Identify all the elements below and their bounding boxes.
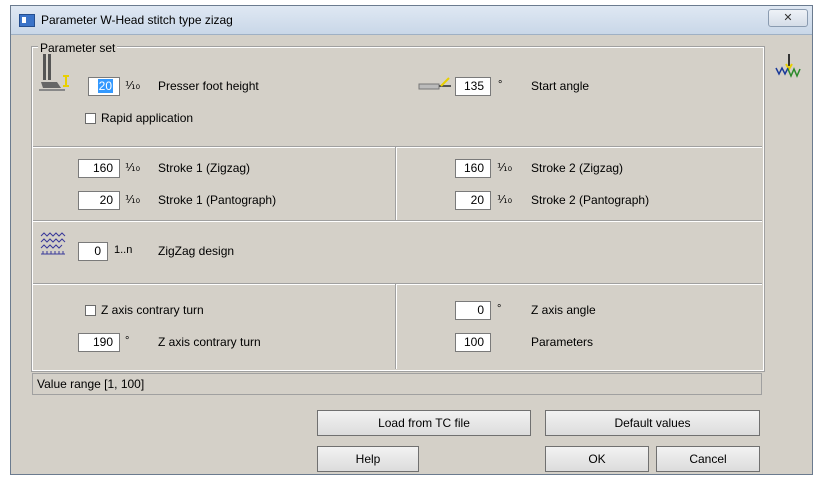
separator bbox=[33, 146, 762, 148]
separator bbox=[33, 283, 762, 285]
separator bbox=[33, 220, 762, 222]
stroke2-pantograph-unit: ⅒ bbox=[497, 194, 513, 206]
default-values-button[interactable]: Default values bbox=[545, 410, 760, 436]
stroke1-zigzag-unit: ⅒ bbox=[125, 162, 141, 174]
rapid-application-label: Rapid application bbox=[101, 111, 194, 125]
zigzag-design-label: ZigZag design bbox=[158, 244, 235, 258]
z-axis-contrary-turn-input[interactable]: 190 bbox=[78, 333, 120, 352]
close-button[interactable]: ✕ bbox=[768, 9, 808, 27]
status-bar: Value range [1, 100] bbox=[32, 373, 762, 395]
ok-button[interactable]: OK bbox=[545, 446, 649, 472]
separator bbox=[395, 284, 397, 369]
stroke1-zigzag-input[interactable]: 160 bbox=[78, 159, 120, 178]
app-icon bbox=[19, 14, 35, 27]
separator bbox=[395, 147, 397, 220]
z-axis-angle-input[interactable]: 0 bbox=[455, 301, 491, 320]
cancel-button[interactable]: Cancel bbox=[656, 446, 760, 472]
parameter-set-group bbox=[31, 46, 765, 372]
start-angle-unit: ° bbox=[498, 79, 503, 91]
dialog-window: Parameter W-Head stitch type zizag ✕ Par… bbox=[10, 5, 813, 475]
stroke1-zigzag-label: Stroke 1 (Zigzag) bbox=[158, 161, 251, 175]
zigzag-pattern-icon bbox=[40, 232, 66, 255]
stroke2-pantograph-label: Stroke 2 (Pantograph) bbox=[531, 193, 650, 207]
z-axis-contrary-turn-check-label: Z axis contrary turn bbox=[101, 303, 204, 317]
zigzag-design-input[interactable]: 0 bbox=[78, 242, 108, 261]
presser-foot-label: Presser foot height bbox=[158, 79, 259, 93]
title-bar: Parameter W-Head stitch type zizag ✕ bbox=[11, 6, 812, 35]
stroke2-zigzag-label: Stroke 2 (Zigzag) bbox=[531, 161, 624, 175]
parameters-label: Parameters bbox=[531, 335, 594, 349]
window-title: Parameter W-Head stitch type zizag bbox=[41, 13, 233, 27]
stroke1-pantograph-label: Stroke 1 (Pantograph) bbox=[158, 193, 277, 207]
w-head-icon bbox=[775, 54, 801, 78]
z-axis-contrary-turn-unit: ° bbox=[125, 335, 130, 347]
z-axis-angle-label: Z axis angle bbox=[531, 303, 596, 317]
stroke1-pantograph-unit: ⅒ bbox=[125, 194, 141, 206]
start-angle-label: Start angle bbox=[531, 79, 590, 93]
presser-foot-unit: ⅒ bbox=[125, 80, 141, 92]
presser-foot-icon bbox=[39, 54, 69, 91]
rapid-application-checkbox[interactable] bbox=[85, 113, 96, 124]
stroke2-zigzag-unit: ⅒ bbox=[497, 162, 513, 174]
z-axis-contrary-turn-checkbox[interactable] bbox=[85, 305, 96, 316]
start-angle-input[interactable]: 135 bbox=[455, 77, 491, 96]
zigzag-design-unit: 1..n bbox=[114, 244, 133, 256]
z-axis-contrary-turn-label: Z axis contrary turn bbox=[158, 335, 261, 349]
presser-foot-height-input[interactable]: 20 bbox=[88, 77, 120, 96]
help-button[interactable]: Help bbox=[317, 446, 419, 472]
stroke2-pantograph-input[interactable]: 20 bbox=[455, 191, 491, 210]
needle-angle-icon bbox=[418, 77, 451, 90]
load-from-tc-file-button[interactable]: Load from TC file bbox=[317, 410, 531, 436]
stroke1-pantograph-input[interactable]: 20 bbox=[78, 191, 120, 210]
stroke2-zigzag-input[interactable]: 160 bbox=[455, 159, 491, 178]
z-axis-angle-unit: ° bbox=[497, 303, 502, 315]
parameters-input[interactable]: 100 bbox=[455, 333, 491, 352]
